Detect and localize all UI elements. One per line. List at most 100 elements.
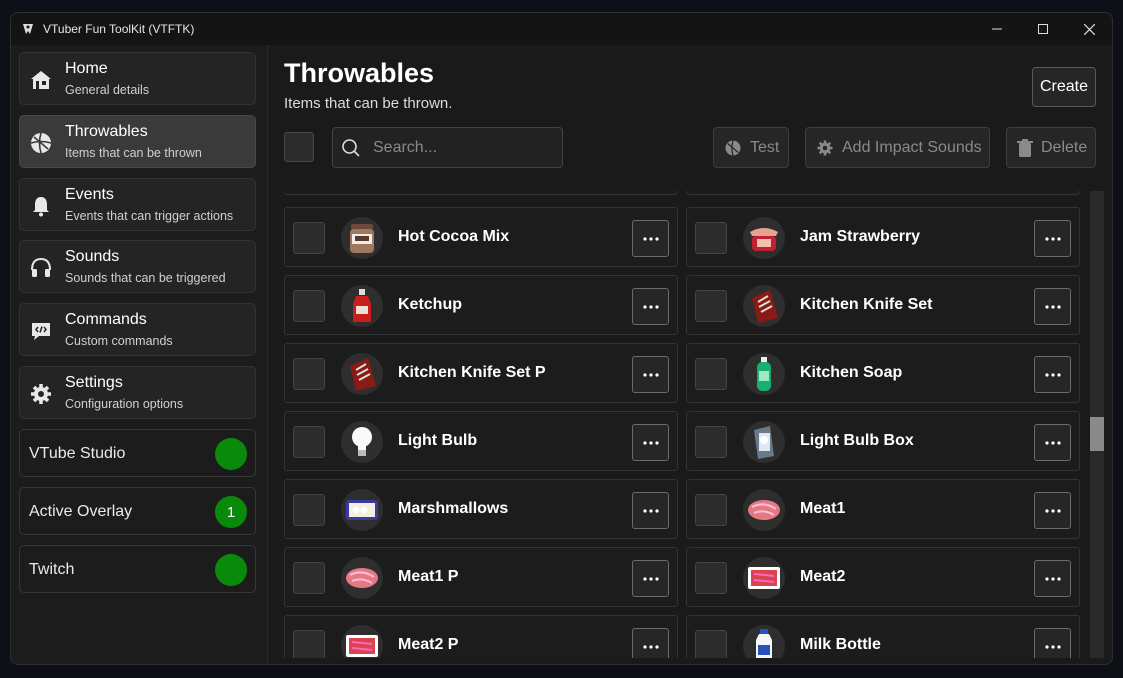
more-icon	[642, 644, 659, 649]
more-options-button[interactable]	[1034, 424, 1071, 461]
nav-item-home[interactable]: Home General details	[19, 52, 256, 105]
more-options-button[interactable]	[1034, 628, 1071, 658]
search-input[interactable]	[371, 136, 555, 160]
more-options-button[interactable]	[632, 356, 669, 393]
more-options-button[interactable]	[632, 288, 669, 325]
nav-item-events[interactable]: Events Events that can trigger actions	[19, 178, 256, 231]
title-bar: VTuber Fun ToolKit (VTFTK)	[11, 13, 1112, 45]
item-name: Meat1	[800, 500, 846, 517]
nav-title: Events	[65, 186, 114, 203]
item-checkbox[interactable]	[293, 222, 325, 254]
item-checkbox[interactable]	[293, 630, 325, 658]
status-active-overlay[interactable]: Active Overlay 1	[19, 487, 256, 535]
nav-item-settings[interactable]: Settings Configuration options	[19, 366, 256, 419]
page-title: Throwables	[284, 58, 435, 88]
delete-button[interactable]: Delete	[1006, 127, 1096, 168]
list-item[interactable]: Ketchup	[284, 275, 678, 335]
list-item[interactable]: Kitchen Knife Set	[686, 275, 1080, 335]
more-icon	[1044, 236, 1061, 241]
maximize-button[interactable]	[1020, 13, 1066, 45]
list-item[interactable]: Light Bulb	[284, 411, 678, 471]
status-vtube-studio[interactable]: VTube Studio	[19, 429, 256, 477]
item-name: Milk Bottle	[800, 636, 881, 653]
item-checkbox[interactable]	[695, 426, 727, 458]
item-checkbox[interactable]	[293, 494, 325, 526]
status-indicator	[215, 554, 247, 586]
list-item[interactable]: Jam Strawberry	[686, 207, 1080, 267]
nav-title: Home	[65, 60, 108, 77]
item-name: Meat2 P	[398, 636, 459, 653]
delete-label: Delete	[1041, 138, 1088, 156]
ball-icon	[724, 139, 742, 157]
item-checkbox[interactable]	[293, 290, 325, 322]
app-window: VTuber Fun ToolKit (VTFTK) Home General …	[10, 12, 1113, 665]
more-options-button[interactable]	[1034, 560, 1071, 597]
list-item-partial[interactable]	[284, 191, 678, 195]
list-item[interactable]: Meat1	[686, 479, 1080, 539]
search-box[interactable]	[332, 127, 563, 168]
minimize-button[interactable]	[974, 13, 1020, 45]
nav-title: Sounds	[65, 248, 120, 265]
house-icon	[28, 67, 54, 93]
throwables-list: Hot Cocoa Mix Jam Strawberry Ketchup Kitche…	[284, 191, 1084, 658]
more-options-button[interactable]	[1034, 356, 1071, 393]
more-icon	[1044, 304, 1061, 309]
status-twitch[interactable]: Twitch	[19, 545, 256, 593]
nav-subtitle: Items that can be thrown	[65, 146, 202, 160]
page-subtitle: Items that can be thrown.	[284, 95, 453, 112]
item-name: Ketchup	[398, 296, 462, 313]
nav-item-throwables[interactable]: Throwables Items that can be thrown	[19, 115, 256, 168]
list-item[interactable]: Marshmallows	[284, 479, 678, 539]
more-options-button[interactable]	[632, 628, 669, 658]
main-panel: Throwables Items that can be thrown. Cre…	[268, 45, 1112, 664]
more-icon	[642, 508, 659, 513]
nav-item-commands[interactable]: Commands Custom commands	[19, 303, 256, 356]
search-icon	[341, 138, 361, 163]
nav-subtitle: General details	[65, 83, 150, 97]
list-item[interactable]: Meat2 P	[284, 615, 678, 658]
item-checkbox[interactable]	[695, 562, 727, 594]
create-button[interactable]: Create	[1032, 67, 1096, 107]
item-checkbox[interactable]	[293, 426, 325, 458]
close-icon	[1083, 23, 1095, 35]
list-item[interactable]: Milk Bottle	[686, 615, 1080, 658]
close-button[interactable]	[1066, 13, 1112, 45]
list-item[interactable]: Kitchen Soap	[686, 343, 1080, 403]
list-item[interactable]: Kitchen Knife Set P	[284, 343, 678, 403]
scrollbar-thumb[interactable]	[1090, 417, 1104, 451]
more-options-button[interactable]	[1034, 288, 1071, 325]
meat-tray-icon	[743, 557, 785, 599]
item-checkbox[interactable]	[293, 562, 325, 594]
more-options-button[interactable]	[632, 492, 669, 529]
item-checkbox[interactable]	[695, 630, 727, 658]
more-icon	[1044, 644, 1061, 649]
status-label: VTube Studio	[29, 445, 126, 462]
scrollbar[interactable]	[1090, 191, 1104, 658]
item-name: Hot Cocoa Mix	[398, 228, 510, 245]
test-button[interactable]: Test	[713, 127, 789, 168]
item-checkbox[interactable]	[695, 358, 727, 390]
nav-subtitle: Custom commands	[65, 334, 173, 348]
more-options-button[interactable]	[1034, 492, 1071, 529]
add-impact-sounds-label: Add Impact Sounds	[842, 138, 982, 156]
list-item[interactable]: Meat2	[686, 547, 1080, 607]
item-checkbox[interactable]	[293, 358, 325, 390]
nav-title: Throwables	[65, 123, 148, 140]
more-icon	[642, 440, 659, 445]
select-all-checkbox[interactable]	[284, 132, 314, 162]
list-item-partial[interactable]	[686, 191, 1080, 195]
item-checkbox[interactable]	[695, 494, 727, 526]
more-options-button[interactable]	[632, 560, 669, 597]
more-icon	[1044, 508, 1061, 513]
add-impact-sounds-button[interactable]: Add Impact Sounds	[805, 127, 990, 168]
item-checkbox[interactable]	[695, 290, 727, 322]
list-item[interactable]: Hot Cocoa Mix	[284, 207, 678, 267]
more-options-button[interactable]	[1034, 220, 1071, 257]
sidebar: Home General details Throwables Items th…	[11, 45, 268, 664]
more-options-button[interactable]	[632, 220, 669, 257]
nav-item-sounds[interactable]: Sounds Sounds that can be triggered	[19, 240, 256, 293]
list-item[interactable]: Light Bulb Box	[686, 411, 1080, 471]
list-item[interactable]: Meat1 P	[284, 547, 678, 607]
item-checkbox[interactable]	[695, 222, 727, 254]
more-options-button[interactable]	[632, 424, 669, 461]
